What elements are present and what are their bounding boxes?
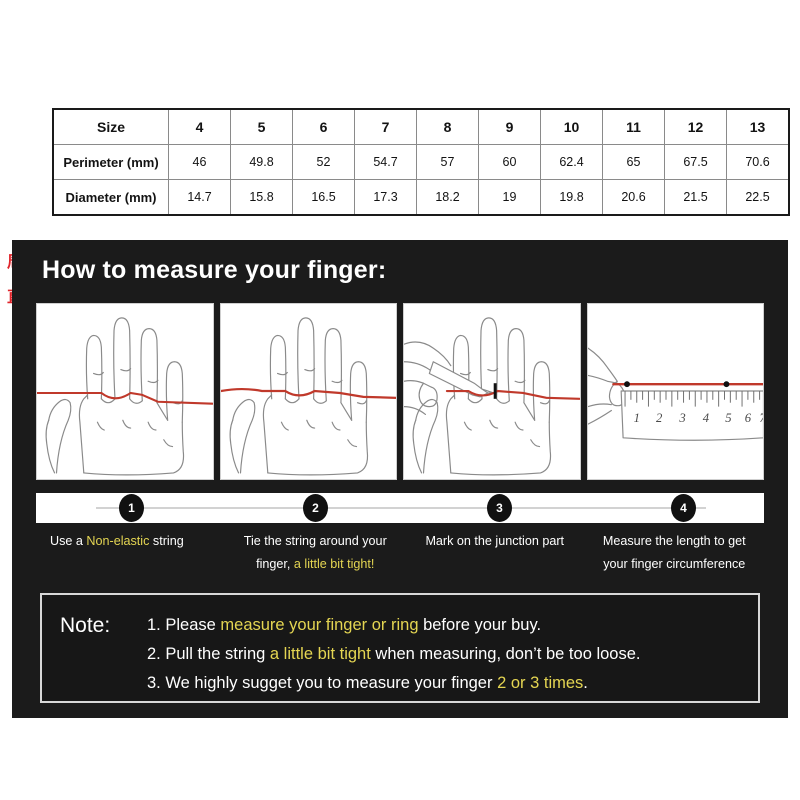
table-row-size: Size 4 5 6 7 8 9 10 11 12 13	[52, 108, 790, 145]
note-item: 1. Please measure your finger or ring be…	[147, 611, 747, 640]
table-cell-size: 11	[602, 108, 665, 145]
table-row-perimeter: Perimeter (mm) 46 49.8 52 54.7 57 60 62.…	[52, 144, 790, 180]
page-title: How to measure your finger:	[42, 256, 387, 284]
table-cell-diameter: 21.5	[664, 179, 727, 216]
note1-highlight: measure your finger or ring	[220, 616, 419, 634]
step3-line1: Mark on the junction part	[425, 534, 565, 548]
table-cell-diameter: 22.5	[726, 179, 790, 216]
table-cell-perimeter: 54.7	[354, 144, 417, 180]
how-to-measure-panel: How to measure your finger: 1 2 3 4 5 6 …	[12, 240, 788, 718]
table-cell-diameter: 18.2	[416, 179, 479, 216]
step1-text-after: string	[149, 534, 184, 548]
table-header-size: Size	[52, 108, 169, 145]
table-cell-perimeter: 60	[478, 144, 541, 180]
note-list: 1. Please measure your finger or ring be…	[147, 611, 747, 698]
step4-line2: your finger circumference	[603, 557, 746, 571]
step-marker-1: 1	[120, 495, 143, 521]
table-cell-size: 13	[726, 108, 790, 145]
illustration-ruler-measuring-string: 1 2 3 4 5 6 7	[586, 303, 764, 480]
note-label: Note:	[60, 614, 111, 637]
note-item: 2. Pull the string a little bit tight wh…	[147, 640, 747, 669]
table-header-diameter: Diameter (mm)	[52, 179, 169, 216]
step2-line2-before: finger,	[256, 557, 294, 571]
step2-line1: Tie the string around your	[243, 534, 387, 548]
table-cell-perimeter: 65	[602, 144, 665, 180]
note3-post: .	[583, 674, 588, 692]
note1-post: before your buy.	[418, 616, 542, 634]
table-cell-size: 12	[664, 108, 727, 145]
note1-number: 1.	[147, 616, 166, 634]
table-cell-perimeter: 46	[168, 144, 231, 180]
table-cell-size: 7	[354, 108, 417, 145]
table-cell-diameter: 15.8	[230, 179, 293, 216]
step-captions: Use a Non-elastic string Tie the string …	[36, 530, 764, 590]
step-caption-4: Measure the length to get your finger ci…	[585, 530, 765, 590]
step-marker-4: 4	[672, 495, 695, 521]
step1-highlight: Non-elastic	[86, 534, 150, 548]
svg-text:2: 2	[656, 411, 663, 425]
step-marker-2: 2	[304, 495, 327, 521]
illustration-hand-marking-junction	[403, 303, 581, 480]
illustration-row: 1 2 3 4 5 6 7	[36, 303, 764, 480]
step-caption-1: Use a Non-elastic string	[36, 530, 226, 590]
note2-highlight: a little bit tight	[269, 645, 371, 663]
ring-size-table-section: 周长 直径 Size 4 5 6 7 8 9 10 11 12 13 Perim…	[0, 96, 800, 306]
note3-highlight: 2 or 3 times	[497, 674, 584, 692]
table-cell-perimeter: 57	[416, 144, 479, 180]
table-cell-diameter: 14.7	[168, 179, 231, 216]
note2-pre: Pull the string	[165, 645, 270, 663]
step1-text-before: Use a	[50, 534, 87, 548]
note3-number: 3.	[147, 674, 166, 692]
table-header-perimeter: Perimeter (mm)	[52, 144, 169, 180]
step2-line2-highlight: a little bit tight!	[293, 557, 375, 571]
note1-pre: Please	[165, 616, 221, 634]
note2-number: 2.	[147, 645, 166, 663]
svg-text:7: 7	[759, 411, 763, 425]
table-cell-size: 6	[292, 108, 355, 145]
table-cell-size: 10	[540, 108, 603, 145]
table-cell-perimeter: 52	[292, 144, 355, 180]
step4-line1: Measure the length to get	[602, 534, 746, 548]
ring-size-table: Size 4 5 6 7 8 9 10 11 12 13 Perimeter (…	[52, 108, 790, 216]
note-box: Note: 1. Please measure your finger or r…	[40, 593, 760, 703]
steps-progress-bar: 1 2 3 4	[36, 493, 764, 523]
table-cell-diameter: 17.3	[354, 179, 417, 216]
note-item: 3. We highly sugget you to measure your …	[147, 669, 747, 698]
table-cell-diameter: 19.8	[540, 179, 603, 216]
table-cell-diameter: 19	[478, 179, 541, 216]
illustration-hand-string-tied	[219, 303, 397, 480]
table-cell-size: 5	[230, 108, 293, 145]
svg-text:5: 5	[725, 411, 731, 425]
note2-post: when measuring, don’t be too loose.	[370, 645, 641, 663]
svg-text:4: 4	[702, 411, 709, 425]
illustration-hand-with-string-loose	[36, 303, 214, 480]
table-cell-perimeter: 62.4	[540, 144, 603, 180]
steps-connector-line	[96, 507, 706, 509]
svg-text:6: 6	[744, 411, 751, 425]
svg-text:1: 1	[633, 411, 639, 425]
note3-pre: We highly sugget you to measure your fin…	[165, 674, 498, 692]
step-marker-3: 3	[488, 495, 511, 521]
table-cell-perimeter: 67.5	[664, 144, 727, 180]
table-cell-size: 4	[168, 108, 231, 145]
step-caption-3: Mark on the junction part	[405, 530, 585, 590]
table-row-diameter: Diameter (mm) 14.7 15.8 16.5 17.3 18.2 1…	[52, 179, 790, 216]
table-cell-size: 8	[416, 108, 479, 145]
table-cell-perimeter: 70.6	[726, 144, 790, 180]
table-cell-perimeter: 49.8	[230, 144, 293, 180]
table-cell-size: 9	[478, 108, 541, 145]
svg-text:3: 3	[678, 411, 685, 425]
step-caption-2: Tie the string around your finger, a lit…	[226, 530, 406, 590]
table-cell-diameter: 20.6	[602, 179, 665, 216]
table-cell-diameter: 16.5	[292, 179, 355, 216]
